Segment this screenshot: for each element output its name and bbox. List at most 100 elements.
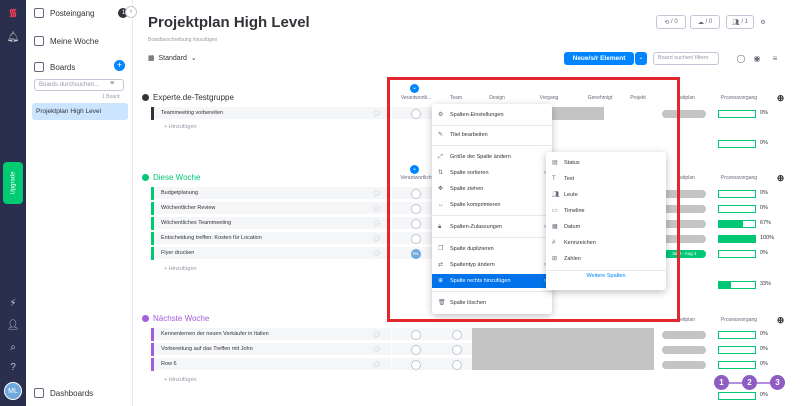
col-header-progress[interactable]: Prozessvorgang (714, 317, 764, 323)
filter-icon[interactable]: ≡ (770, 54, 780, 64)
table-row[interactable]: Entscheidung treffen: Kosten für Locatio… (151, 232, 391, 245)
menu-item-collapse-column[interactable]: ↔ Spalte komprimieren (432, 198, 552, 212)
column-options-icon[interactable]: ⌄ (410, 84, 419, 93)
col-header-progress[interactable]: Prozessvorgang (714, 95, 764, 101)
table-row[interactable]: Vorbereitung auf das Treffen mit John (151, 343, 391, 356)
more-columns-link[interactable]: Weitere Spalten (546, 273, 666, 279)
col-header-progress[interactable]: Prozessvorgang (714, 175, 764, 181)
timeline-cell[interactable] (662, 235, 706, 243)
submenu-item-people[interactable]: 👥︎ Leute (546, 188, 666, 202)
bell-icon[interactable]: 🔔︎ (0, 32, 26, 44)
submenu-item-status[interactable]: ▤ Status (546, 156, 666, 170)
conversation-icon[interactable]: 💬︎ (372, 235, 381, 243)
team-avatar[interactable] (452, 360, 462, 370)
col-header-team[interactable]: Team (445, 95, 467, 101)
upgrade-button[interactable]: Upgrade (3, 162, 23, 204)
table-row[interactable]: Kennenlernen der neuen Verkäufer in Ital… (151, 328, 391, 341)
members-button[interactable]: 👥︎ / 1 (726, 15, 754, 29)
add-item-row[interactable]: + Hinzufügen (151, 374, 391, 387)
owner-avatar[interactable] (411, 109, 421, 119)
owner-avatar[interactable] (411, 345, 421, 355)
timeline-cell[interactable] (662, 205, 706, 213)
owner-avatar[interactable] (411, 219, 421, 229)
owner-avatar[interactable] (411, 189, 421, 199)
menu-item-delete-column[interactable]: 🗑︎ Spalte löschen (432, 296, 552, 310)
group-header-diese-woche[interactable]: Diese Woche (142, 173, 200, 182)
menu-item-edit-title[interactable]: ✎ Titel bearbeiten (432, 128, 552, 142)
conversation-icon[interactable]: 💬︎ (372, 220, 381, 228)
status-cell[interactable] (552, 107, 604, 120)
add-column-button[interactable]: ⊕ (776, 316, 785, 325)
add-item-row[interactable]: + Hinzufügen (151, 121, 391, 134)
submenu-item-timeline[interactable]: ▭ Timeline (546, 204, 666, 218)
board-description[interactable]: Boardbeschreibung hinzufügen (148, 37, 217, 43)
sidebar-item-inbox[interactable]: Posteingang 1 (34, 8, 129, 18)
col-header-timeline[interactable]: Zeitplan (666, 95, 706, 101)
lightning-icon[interactable]: ⚡︎ (0, 298, 26, 310)
eye-icon[interactable]: ◉ (752, 54, 762, 64)
sidebar-item-dashboards[interactable]: Dashboards (34, 388, 93, 398)
conversation-icon[interactable]: 💬︎ (372, 331, 381, 339)
timeline-cell[interactable] (662, 361, 706, 369)
add-column-button[interactable]: ⊕ (776, 94, 785, 103)
conversation-icon[interactable]: 💬︎ (372, 346, 381, 354)
timeline-cell[interactable] (662, 220, 706, 228)
col-header-project[interactable]: Projekt (624, 95, 652, 101)
new-item-button[interactable]: Neue/s/r Element (564, 52, 634, 65)
filter-icon[interactable]: ≡ (110, 80, 114, 87)
owner-avatar[interactable] (411, 204, 421, 214)
conversation-icon[interactable]: 💬︎ (372, 110, 381, 118)
user-avatar[interactable]: ML (4, 382, 22, 400)
team-avatar[interactable] (452, 345, 462, 355)
status-cells-block[interactable] (472, 328, 654, 370)
conversation-icon[interactable]: 💬︎ (372, 361, 381, 369)
sidebar-board-projektplan[interactable]: Projektplan High Level (32, 103, 128, 120)
search-icon[interactable]: ⌕ (0, 342, 26, 354)
owner-avatar[interactable] (411, 360, 421, 370)
conversation-icon[interactable]: 💬︎ (372, 205, 381, 213)
timeline-cell[interactable] (662, 190, 706, 198)
col-header-owner[interactable]: Verantwortlich (396, 175, 436, 181)
conversation-icon[interactable]: 💬︎ (372, 190, 381, 198)
table-row[interactable]: Row 6 (151, 358, 391, 371)
menu-item-column-permissions[interactable]: 🔒︎ Spalten-Zulassungen › (432, 220, 552, 234)
owner-avatar[interactable] (411, 330, 421, 340)
group-toggle-icon[interactable] (142, 315, 149, 322)
col-header-design[interactable]: Design (482, 95, 512, 101)
owner-avatar[interactable]: ML (411, 249, 421, 259)
help-icon[interactable]: ? (0, 362, 26, 374)
owner-avatar[interactable] (411, 234, 421, 244)
invite-user-icon[interactable]: 👤︎ (0, 320, 26, 332)
new-item-dropdown-icon[interactable]: ⌄ (635, 52, 647, 65)
col-header-owner[interactable]: Verantwortli... (396, 95, 436, 101)
timeline-cell[interactable]: Jul 3 - Aug 4 (662, 250, 706, 258)
menu-item-resize-column[interactable]: ⤢ Größe der Spalte ändern (432, 150, 552, 164)
add-column-button[interactable]: ⊕ (776, 174, 785, 183)
menu-item-sort-column[interactable]: ⇅ Spalte sortieren › (432, 166, 552, 180)
submenu-item-text[interactable]: T Text (546, 172, 666, 186)
submenu-item-numbers[interactable]: ⊞ Zahlen (546, 252, 666, 266)
conversation-icon[interactable]: 💬︎ (372, 250, 381, 258)
table-row[interactable]: Wöchentlicher Review (151, 202, 391, 215)
timeline-cell[interactable] (662, 331, 706, 339)
person-filter-icon[interactable]: ◯ (736, 54, 746, 64)
submenu-item-tags[interactable]: # Kennzeichen (546, 236, 666, 250)
add-item-row[interactable]: + Hinzufügen (151, 263, 391, 276)
column-options-icon[interactable]: ⌄ (410, 165, 419, 174)
col-header-process[interactable]: Vorgang (534, 95, 564, 101)
col-header-approved[interactable]: Genehmigt (582, 95, 618, 101)
menu-item-duplicate-column[interactable]: ❐ Spalte duplizieren (432, 242, 552, 256)
group-toggle-icon[interactable] (142, 174, 149, 181)
sidebar-item-boards[interactable]: Boards (34, 62, 75, 72)
table-row[interactable]: Budgetplanung (151, 187, 391, 200)
menu-item-column-settings[interactable]: ⚙︎ Spalten-Einstellungen (432, 108, 552, 122)
table-row[interactable]: Flyer drucken (151, 247, 391, 260)
board-search-field[interactable]: Board suchen/ filtern (653, 52, 719, 65)
menu-item-drag-column[interactable]: ✥ Spalte ziehen (432, 182, 552, 196)
team-avatar[interactable] (452, 330, 462, 340)
timeline-cell[interactable] (662, 346, 706, 354)
group-header-naechste-woche[interactable]: Nächste Woche (142, 314, 209, 323)
group-toggle-icon[interactable] (142, 94, 149, 101)
group-header-experte[interactable]: Experte.de-Testgruppe (142, 93, 234, 102)
monday-logo-icon[interactable]: ᯾ (0, 8, 26, 20)
